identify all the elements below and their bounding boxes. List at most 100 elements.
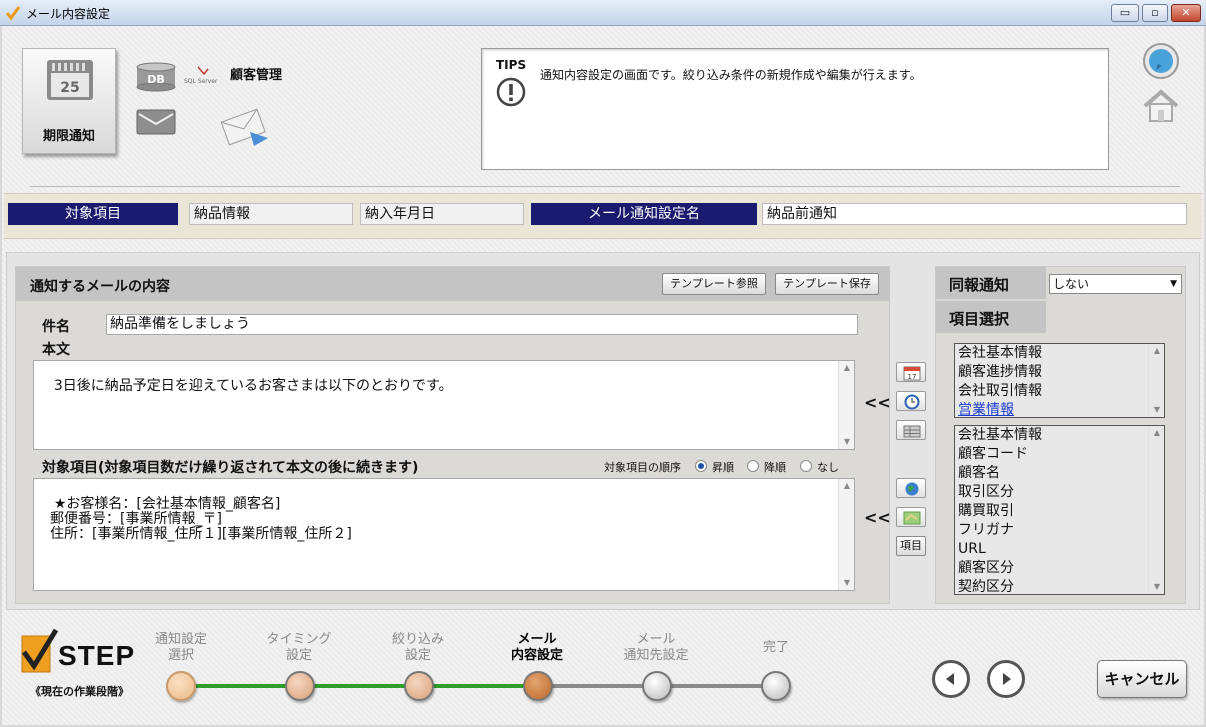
order-asc-label: 昇順: [712, 461, 734, 474]
tips-heading: TIPS: [496, 58, 527, 72]
mail-content-panel: 通知するメールの内容 テンプレート参照 テンプレート保存 件名 納品準備をしまし…: [15, 266, 890, 604]
field-item[interactable]: URL: [958, 540, 1164, 559]
body-scrollbar[interactable]: ▲ ▼: [838, 361, 854, 449]
maximize-button[interactable]: ▫: [1142, 4, 1168, 22]
field-scrollbar[interactable]: ▲ ▼: [1148, 426, 1164, 594]
field-item[interactable]: 顧客名: [958, 464, 1164, 483]
insert-date-button[interactable]: 17: [896, 362, 926, 382]
category-item[interactable]: 会社基本情報: [958, 344, 1164, 363]
insert-globe-button[interactable]: [896, 478, 926, 498]
items-scrollbar[interactable]: ▲ ▼: [838, 479, 854, 590]
insert-category-arrow[interactable]: <<: [864, 393, 891, 412]
insert-time-button[interactable]: [896, 391, 926, 411]
step-label-6: 完了: [762, 640, 789, 655]
setting-name-value[interactable]: 納品前通知: [762, 203, 1187, 225]
body-textarea[interactable]: 3日後に納品予定日を迎えているお客さまは以下のとおりです。 ▲ ▼: [33, 360, 855, 450]
clock-icon: [904, 394, 920, 410]
step-label-4-current: メール 内容設定: [510, 632, 563, 663]
field-item[interactable]: 顧客コード: [958, 445, 1164, 464]
svg-text:17: 17: [908, 373, 917, 381]
step-dot-2: [285, 671, 315, 701]
step-dot-5: [642, 671, 672, 701]
insert-item-button[interactable]: 項目: [896, 536, 926, 556]
category-item-selected[interactable]: 営業情報: [958, 401, 1164, 417]
category-scrollbar[interactable]: ▲ ▼: [1148, 344, 1164, 417]
cancel-button[interactable]: キャンセル: [1097, 660, 1187, 698]
target-item-label: 対象項目: [8, 203, 178, 225]
step-dot-3: [404, 671, 434, 701]
items-textarea[interactable]: ★お客様名：[会社基本情報_顧客名] 郵便番号：[事業所情報_〒] 住所：[事業…: [33, 478, 855, 591]
scroll-up-icon[interactable]: ▲: [839, 361, 854, 375]
scroll-down-icon[interactable]: ▼: [1149, 580, 1164, 594]
send-mail-icon: [220, 108, 268, 146]
order-none-label: なし: [817, 461, 839, 474]
insert-map-button[interactable]: [896, 507, 926, 527]
mail-envelope-icon: [136, 109, 176, 135]
body-text: 3日後に納品予定日を迎えているお客さまは以下のとおりです。: [53, 378, 453, 394]
deadline-notify-label: 期限通知: [42, 129, 95, 144]
scroll-down-icon[interactable]: ▼: [839, 576, 854, 590]
step-dot-4-current: [523, 671, 553, 701]
cc-notify-select[interactable]: しない ▼: [1049, 274, 1182, 294]
scroll-up-icon[interactable]: ▲: [1149, 344, 1164, 358]
sql-server-mark-icon: [197, 66, 209, 76]
field-item[interactable]: フリガナ: [958, 521, 1164, 540]
template-reference-button[interactable]: テンプレート参照: [662, 273, 766, 295]
template-save-button[interactable]: テンプレート保存: [775, 273, 879, 295]
chevron-down-icon: ▼: [1170, 279, 1177, 289]
sql-server-text: SQL Server: [184, 78, 218, 85]
mail-content-header: 通知するメールの内容 テンプレート参照 テンプレート保存: [16, 267, 889, 301]
field-item[interactable]: 契約区分: [958, 578, 1164, 594]
items-label: 対象項目(対象項目数だけ繰り返されて本文の後に続きます): [42, 460, 419, 476]
calendar-icon: 25: [47, 60, 93, 100]
category-item[interactable]: 顧客進捗情報: [958, 363, 1164, 382]
subject-input[interactable]: 納品準備をしましょう: [106, 314, 858, 335]
scroll-down-icon[interactable]: ▼: [1149, 403, 1164, 417]
order-none-radio[interactable]: [800, 460, 812, 472]
item-select-label: 項目選択: [936, 301, 1046, 333]
insert-table-button[interactable]: [896, 420, 926, 440]
cc-notify-value: しない: [1053, 277, 1090, 291]
deadline-notify-button[interactable]: 25 期限通知: [22, 48, 116, 154]
body-label: 本文: [42, 342, 70, 358]
step-label-3: 絞り込み 設定: [391, 632, 444, 663]
next-button[interactable]: [987, 660, 1025, 698]
mail-content-title: 通知するメールの内容: [30, 279, 170, 295]
field-item[interactable]: 顧客区分: [958, 559, 1164, 578]
category-item[interactable]: 会社取引情報: [958, 382, 1164, 401]
calendar-small-icon: 17: [903, 366, 921, 381]
field-item[interactable]: 購買取引: [958, 502, 1164, 521]
step-label-5: メール 通知先設定: [623, 632, 689, 663]
home-icon[interactable]: [1141, 88, 1181, 124]
order-desc-radio[interactable]: [747, 460, 759, 472]
step-dot-1: [166, 671, 196, 701]
field-item[interactable]: 会社基本情報: [958, 426, 1164, 445]
table-icon: [903, 425, 921, 438]
crm-label: 顧客管理: [230, 68, 283, 83]
category-listbox[interactable]: 会社基本情報 顧客進捗情報 会社取引情報 営業情報 ▲ ▼: [954, 343, 1165, 418]
window-titlebar: メール内容設定 ▭ ▫ ✕: [0, 0, 1206, 26]
close-button[interactable]: ✕: [1171, 4, 1201, 22]
right-panel: 同報通知 しない ▼ 項目選択 会社基本情報 顧客進捗情報 会社取引情報 営業情…: [935, 266, 1186, 604]
target-item-value-1: 納品情報: [189, 203, 353, 225]
help-icon[interactable]: [1142, 42, 1180, 80]
target-item-value-2: 納入年月日: [360, 203, 524, 225]
database-icon: DB: [136, 62, 176, 92]
scroll-down-icon[interactable]: ▼: [839, 435, 854, 449]
exclamation-icon: [496, 77, 526, 107]
order-label: 対象項目の順序: [604, 461, 681, 474]
setting-name-label: メール通知設定名: [531, 203, 757, 225]
field-listbox[interactable]: 会社基本情報 顧客コード 顧客名 取引区分 購買取引 フリガナ URL 顧客区分…: [954, 425, 1165, 595]
tips-panel: TIPS 通知内容設定の画面です。絞り込み条件の新規作成や編集が行えます。: [481, 48, 1109, 170]
minimize-button[interactable]: ▭: [1111, 4, 1139, 22]
step-progress-done: [196, 684, 526, 688]
back-button[interactable]: [932, 660, 970, 698]
scroll-up-icon[interactable]: ▲: [1149, 426, 1164, 440]
db-text: DB: [147, 73, 165, 86]
field-item[interactable]: 取引区分: [958, 483, 1164, 502]
scroll-up-icon[interactable]: ▲: [839, 479, 854, 493]
insert-field-arrow[interactable]: <<: [864, 508, 891, 527]
order-asc-radio[interactable]: [695, 460, 707, 472]
step-logo-sub: 《現在の作業段階》: [30, 685, 129, 698]
step-dot-6: [761, 671, 791, 701]
